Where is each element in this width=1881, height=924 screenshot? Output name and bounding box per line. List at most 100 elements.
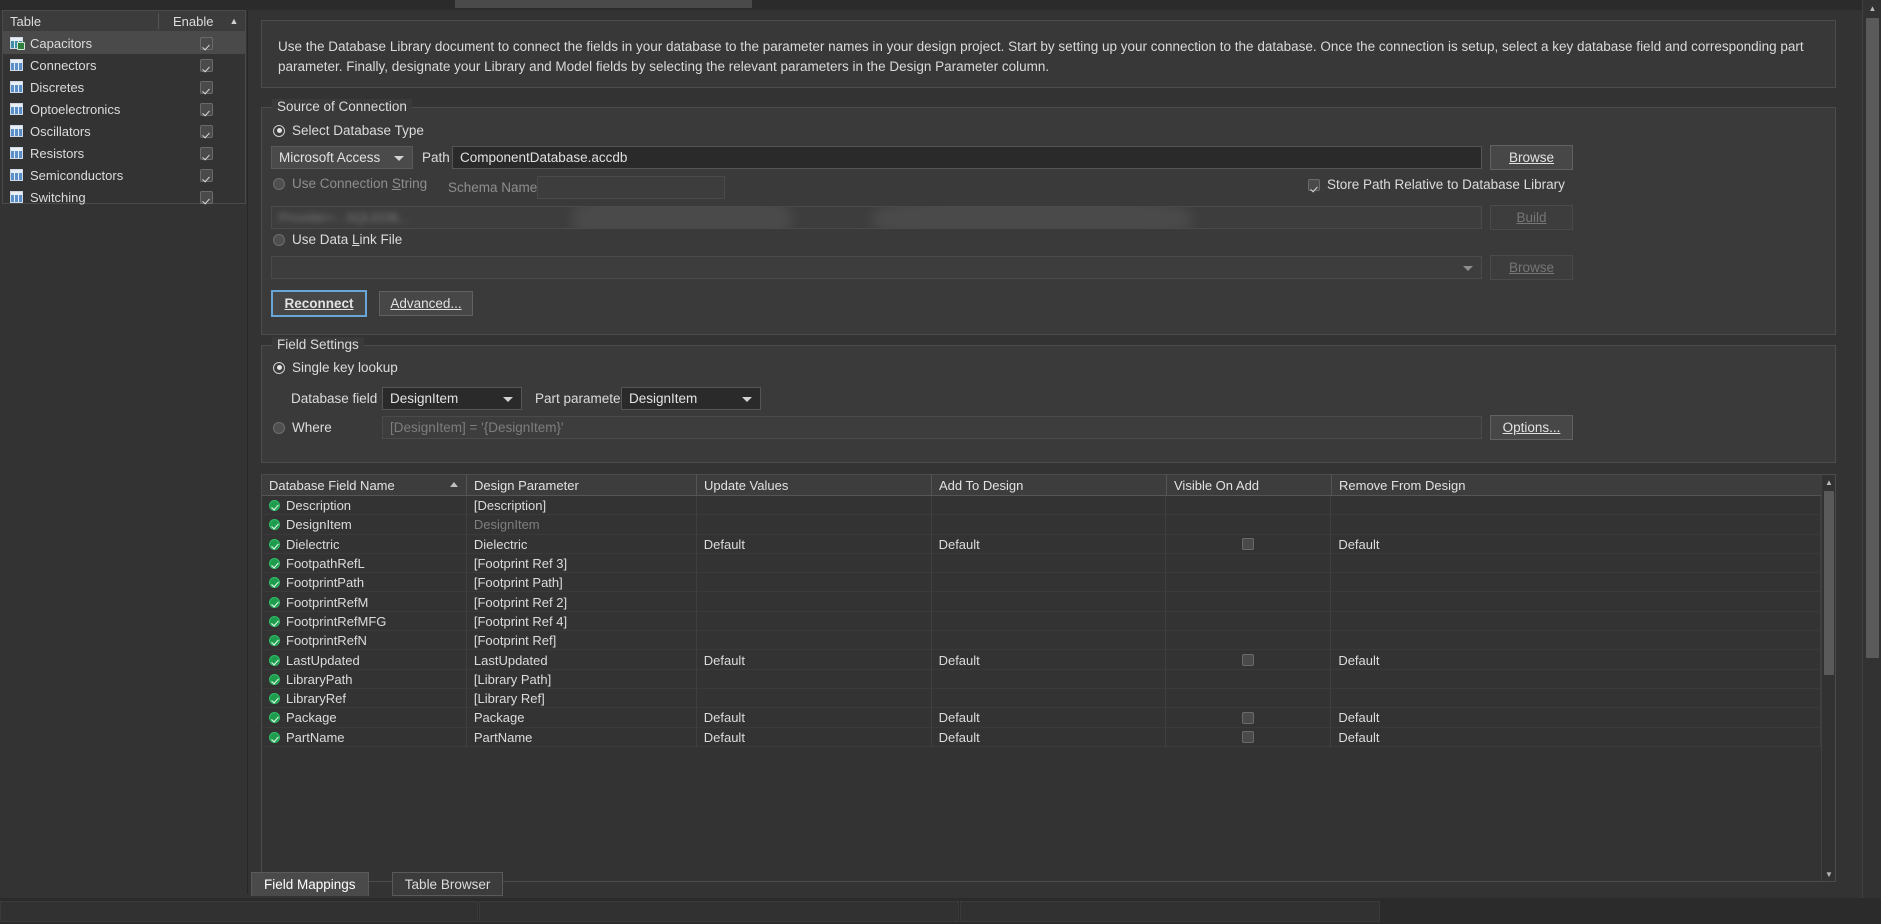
grid-cell-design-parameter[interactable]: Package	[467, 708, 697, 728]
table-list-item[interactable]: Resistors	[3, 142, 245, 164]
grid-row[interactable]: FootpathRefL [Footprint Ref 3]	[262, 553, 1821, 574]
grid-cell-update-values[interactable]	[697, 592, 932, 612]
grid-cell-design-parameter[interactable]: [Footprint Ref 4]	[467, 611, 697, 632]
grid-row[interactable]: FootprintRefN [Footprint Ref]	[262, 631, 1821, 651]
table-enable-cell[interactable]	[167, 190, 245, 204]
table-enable-checkbox[interactable]	[199, 102, 213, 116]
advanced-button[interactable]: Advanced...	[379, 291, 473, 316]
grid-cell-visible-on-add[interactable]	[1166, 669, 1332, 689]
bottom-tab-bar[interactable]: Field Mappings Table Browser	[249, 872, 1861, 898]
grid-cell-field-name[interactable]: Description	[262, 496, 467, 516]
scroll-up-icon[interactable]: ▲	[1822, 475, 1835, 489]
grid-cell-update-values[interactable]: Default	[697, 534, 932, 554]
grid-cell-update-values[interactable]: Default	[697, 708, 932, 728]
table-enable-checkbox[interactable]	[199, 124, 213, 138]
grid-cell-visible-on-add[interactable]	[1166, 534, 1332, 554]
window-vertical-scrollbar[interactable]: ▲ ▼	[1862, 0, 1881, 924]
grid-cell-design-parameter[interactable]: Dielectric	[467, 534, 697, 554]
grid-cell-visible-on-add[interactable]	[1166, 553, 1332, 574]
table-enable-cell[interactable]	[167, 168, 245, 182]
enable-column-header[interactable]: Enable	[159, 14, 223, 29]
grid-cell-field-name[interactable]: DesignItem	[262, 515, 467, 535]
grid-cell-remove-from-design[interactable]: Default	[1331, 727, 1821, 747]
where-expression-input[interactable]: [DesignItem] = '{DesignItem}'	[382, 416, 1482, 439]
use-connection-string-radio[interactable]	[273, 177, 285, 190]
grid-cell-add-to-design[interactable]	[932, 496, 1167, 516]
sort-ascending-icon[interactable]: ▲	[223, 16, 245, 26]
grid-row[interactable]: FootprintPath [Footprint Path]	[262, 573, 1821, 593]
grid-cell-visible-on-add[interactable]	[1166, 515, 1332, 535]
grid-cell-visible-on-add[interactable]	[1166, 727, 1332, 747]
grid-cell-design-parameter[interactable]: [Footprint Path]	[467, 573, 697, 593]
table-list-item[interactable]: Discretes	[3, 76, 245, 98]
grid-cell-design-parameter[interactable]: LastUpdated	[467, 650, 697, 670]
window-scroll-up-icon[interactable]: ▲	[1863, 0, 1881, 17]
grid-cell-field-name[interactable]: FootprintRefN	[262, 631, 467, 651]
schema-name-input[interactable]	[537, 176, 725, 199]
grid-cell-visible-on-add[interactable]	[1166, 631, 1332, 651]
select-database-type-radio[interactable]	[273, 124, 285, 137]
table-list[interactable]: Capacitors Connectors Discretes Optoelectro…	[2, 32, 246, 205]
grid-row[interactable]: DesignItem DesignItem	[262, 515, 1821, 535]
where-radio[interactable]	[273, 421, 285, 434]
grid-cell-visible-on-add[interactable]	[1166, 688, 1332, 709]
grid-cell-remove-from-design[interactable]	[1331, 688, 1821, 709]
grid-row[interactable]: LastUpdated LastUpdated Default Default Defa…	[262, 650, 1821, 670]
grid-cell-field-name[interactable]: LibraryPath	[262, 669, 467, 689]
grid-row[interactable]: Description [Description]	[262, 496, 1821, 516]
grid-cell-update-values[interactable]	[697, 553, 932, 574]
grid-cell-update-values[interactable]: Default	[697, 727, 932, 747]
grid-cell-update-values[interactable]	[697, 611, 932, 632]
table-enable-checkbox[interactable]	[199, 80, 213, 94]
grid-cell-update-values[interactable]	[697, 515, 932, 535]
grid-row[interactable]: LibraryPath [Library Path]	[262, 669, 1821, 689]
connection-string-input[interactable]: Provider=...SQLEDB...	[271, 206, 1482, 229]
grid-cell-visible-on-add[interactable]	[1166, 611, 1332, 632]
grid-column-header[interactable]: Visible On Add	[1167, 475, 1332, 496]
table-list-item[interactable]: Semiconductors	[3, 164, 245, 186]
grid-cell-update-values[interactable]	[697, 496, 932, 516]
table-list-item[interactable]: Oscillators	[3, 120, 245, 142]
grid-cell-visible-on-add[interactable]	[1166, 592, 1332, 612]
grid-cell-update-values[interactable]	[697, 631, 932, 651]
grid-cell-remove-from-design[interactable]	[1331, 611, 1821, 632]
browse-path-button[interactable]: Browse	[1490, 145, 1573, 170]
grid-column-header[interactable]: Design Parameter	[467, 475, 697, 496]
grid-cell-add-to-design[interactable]	[932, 688, 1167, 709]
grid-cell-design-parameter[interactable]: [Library Path]	[467, 669, 697, 689]
table-enable-checkbox[interactable]	[199, 36, 213, 50]
grid-cell-field-name[interactable]: LastUpdated	[262, 650, 467, 670]
table-enable-cell[interactable]	[167, 102, 245, 116]
grid-cell-remove-from-design[interactable]	[1331, 669, 1821, 689]
grid-cell-remove-from-design[interactable]	[1331, 515, 1821, 535]
visible-on-add-checkbox[interactable]	[1242, 538, 1255, 551]
bottom-tab[interactable]: Table Browser	[391, 872, 504, 896]
grid-cell-update-values[interactable]	[697, 669, 932, 689]
grid-header-row[interactable]: Database Field Name Design Parameter Updat…	[262, 475, 1835, 496]
grid-cell-update-values[interactable]	[697, 688, 932, 709]
grid-cell-add-to-design[interactable]	[932, 573, 1167, 593]
grid-cell-remove-from-design[interactable]	[1331, 631, 1821, 651]
grid-cell-field-name[interactable]: FootprintPath	[262, 573, 467, 593]
grid-cell-design-parameter[interactable]: PartName	[467, 727, 697, 747]
grid-row[interactable]: FootprintRefM [Footprint Ref 2]	[262, 592, 1821, 612]
table-enable-checkbox[interactable]	[199, 146, 213, 160]
table-enable-cell[interactable]	[167, 58, 245, 72]
use-data-link-file-radio-row[interactable]: Use Data Link File	[273, 232, 402, 247]
grid-row[interactable]: LibraryRef [Library Ref]	[262, 688, 1821, 709]
store-path-relative-checkbox[interactable]	[1308, 178, 1320, 191]
use-data-link-file-radio[interactable]	[273, 233, 285, 246]
grid-cell-add-to-design[interactable]: Default	[932, 708, 1167, 728]
grid-cell-visible-on-add[interactable]	[1166, 708, 1332, 728]
grid-column-header[interactable]: Database Field Name	[262, 475, 467, 496]
store-path-relative-row[interactable]: Store Path Relative to Database Library	[1308, 177, 1565, 192]
bottom-tab[interactable]: Field Mappings	[251, 872, 369, 896]
grid-cell-field-name[interactable]: Dielectric	[262, 534, 467, 554]
grid-cell-remove-from-design[interactable]: Default	[1331, 708, 1821, 728]
path-input[interactable]: ComponentDatabase.accdb	[452, 146, 1482, 169]
part-parameter-select[interactable]: DesignItem	[621, 387, 761, 410]
grid-cell-field-name[interactable]: Package	[262, 708, 467, 728]
grid-cell-remove-from-design[interactable]: Default	[1331, 534, 1821, 554]
grid-cell-add-to-design[interactable]: Default	[932, 650, 1167, 670]
grid-cell-remove-from-design[interactable]	[1331, 553, 1821, 574]
